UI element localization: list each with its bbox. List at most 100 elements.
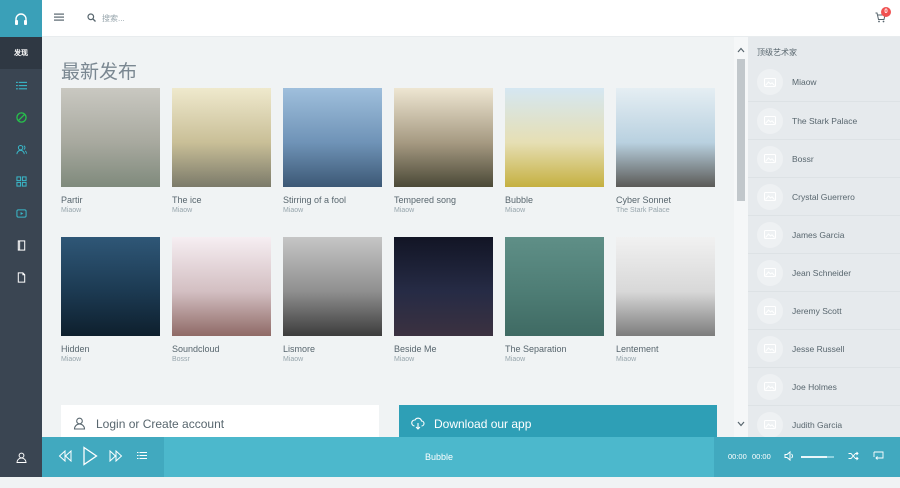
album-title[interactable]: Stirring of a fool — [283, 195, 382, 205]
artist-avatar-icon — [757, 411, 783, 437]
scroll-up-icon[interactable] — [737, 45, 745, 55]
album-artist[interactable]: Miaow — [394, 356, 493, 363]
scroll-thumb[interactable] — [737, 59, 745, 201]
artist-list-item[interactable]: James Garcia — [748, 215, 900, 253]
login-button[interactable]: Login or Create account — [61, 405, 379, 437]
artist-list-item[interactable]: Crystal Guerrero — [748, 177, 900, 215]
album-cover-image[interactable] — [283, 88, 382, 187]
bottom-strip — [0, 477, 900, 488]
playlist-icon[interactable] — [137, 451, 147, 462]
album-card[interactable]: Stirring of a fool Miaow — [283, 88, 382, 237]
album-card[interactable]: Hidden Miaow — [61, 237, 160, 386]
album-artist[interactable]: Miaow — [394, 207, 493, 214]
album-card[interactable]: Partir Miaow — [61, 88, 160, 237]
volume-icon[interactable] — [784, 450, 795, 463]
artist-list-item[interactable]: Joe Holmes — [748, 367, 900, 405]
album-artist[interactable]: The Stark Palace — [616, 207, 715, 214]
album-title[interactable]: The Separation — [505, 344, 604, 354]
cart-button[interactable]: 0 — [875, 7, 891, 25]
artist-avatar-icon — [757, 259, 783, 286]
album-card[interactable]: Tempered song Miaow — [394, 88, 493, 237]
headphones-logo-icon[interactable] — [0, 0, 42, 37]
album-cover-image[interactable] — [394, 237, 493, 336]
album-artist[interactable]: Miaow — [61, 207, 160, 214]
album-artist[interactable]: Bossr — [172, 356, 271, 363]
book-icon[interactable] — [0, 229, 42, 261]
album-cover-image[interactable] — [283, 237, 382, 336]
artist-list-item[interactable]: Miaow — [748, 63, 900, 101]
album-artist[interactable]: Miaow — [616, 356, 715, 363]
album-card[interactable]: Beside Me Miaow — [394, 237, 493, 386]
album-cover-image[interactable] — [505, 88, 604, 187]
top-bar: 0 — [42, 0, 900, 37]
artist-list-item[interactable]: Jesse Russell — [748, 329, 900, 367]
shuffle-icon[interactable] — [848, 451, 859, 463]
artist-name: Joe Holmes — [792, 381, 837, 392]
album-cover-image[interactable] — [616, 88, 715, 187]
artist-list-item[interactable]: Jean Schneider — [748, 253, 900, 291]
now-playing-title: Bubble — [425, 452, 454, 462]
scroll-down-icon[interactable] — [737, 419, 745, 429]
album-title[interactable]: Lismore — [283, 344, 382, 354]
artist-avatar-icon — [757, 335, 783, 362]
artist-list-item[interactable]: The Stark Palace — [748, 101, 900, 139]
main-scrollbar[interactable] — [734, 37, 748, 437]
play-icon[interactable] — [82, 446, 98, 468]
list-icon[interactable] — [0, 69, 42, 101]
menu-icon[interactable] — [54, 12, 64, 24]
search-input[interactable] — [102, 10, 302, 26]
album-card[interactable]: Soundcloud Bossr — [172, 237, 271, 386]
artist-list-item[interactable]: Bossr — [748, 139, 900, 177]
album-cover-image[interactable] — [61, 237, 160, 336]
artist-avatar-icon — [757, 145, 783, 172]
top-artists-title: 顶级艺术家 — [757, 48, 797, 57]
next-icon[interactable] — [109, 449, 123, 464]
album-title[interactable]: Partir — [61, 195, 160, 205]
volume-slider[interactable] — [801, 456, 834, 458]
album-card[interactable]: Cyber Sonnet The Stark Palace — [616, 88, 715, 237]
album-artist[interactable]: Miaow — [505, 207, 604, 214]
artist-list-item[interactable]: Judith Garcia — [748, 405, 900, 437]
file-icon[interactable] — [0, 261, 42, 293]
download-app-button[interactable]: Download our app — [399, 405, 717, 437]
album-card[interactable]: Bubble Miaow — [505, 88, 604, 237]
repeat-icon[interactable] — [873, 451, 884, 463]
player-bar: Bubble 00:00 00:00 — [42, 437, 900, 477]
album-artist[interactable]: Miaow — [61, 356, 160, 363]
album-cover-image[interactable] — [172, 88, 271, 187]
album-card[interactable]: Lentement Miaow — [616, 237, 715, 386]
album-title[interactable]: Lentement — [616, 344, 715, 354]
artist-avatar-icon — [757, 183, 783, 210]
sidebar-item-label: 发现 — [14, 50, 28, 57]
users-icon[interactable] — [0, 133, 42, 165]
user-profile-button[interactable] — [0, 437, 42, 477]
album-artist[interactable]: Miaow — [283, 356, 382, 363]
volume-level — [801, 456, 828, 458]
video-icon[interactable] — [0, 197, 42, 229]
artist-list-item[interactable]: Jeremy Scott — [748, 291, 900, 329]
main-content: 最新发布 Partir Miaow The ice Miaow Stirring of … — [42, 37, 734, 437]
sidebar-item-discover[interactable]: 发现 — [0, 37, 42, 69]
album-cover-image[interactable] — [172, 237, 271, 336]
album-cover-image[interactable] — [61, 88, 160, 187]
album-card[interactable]: The ice Miaow — [172, 88, 271, 237]
album-cover-image[interactable] — [394, 88, 493, 187]
album-card[interactable]: Lismore Miaow — [283, 237, 382, 386]
album-cover-image[interactable] — [616, 237, 715, 336]
album-title[interactable]: Beside Me — [394, 344, 493, 354]
album-title[interactable]: The ice — [172, 195, 271, 205]
album-cover-image[interactable] — [505, 237, 604, 336]
album-title[interactable]: Bubble — [505, 195, 604, 205]
album-card[interactable]: The Separation Miaow — [505, 237, 604, 386]
album-artist[interactable]: Miaow — [172, 207, 271, 214]
album-title[interactable]: Tempered song — [394, 195, 493, 205]
disc-icon[interactable] — [0, 101, 42, 133]
album-title[interactable]: Hidden — [61, 344, 160, 354]
previous-icon[interactable] — [58, 449, 72, 464]
album-artist[interactable]: Miaow — [505, 356, 604, 363]
album-title[interactable]: Soundcloud — [172, 344, 271, 354]
grid-icon[interactable] — [0, 165, 42, 197]
album-artist[interactable]: Miaow — [283, 207, 382, 214]
artist-avatar-icon — [757, 69, 783, 95]
album-title[interactable]: Cyber Sonnet — [616, 195, 715, 205]
